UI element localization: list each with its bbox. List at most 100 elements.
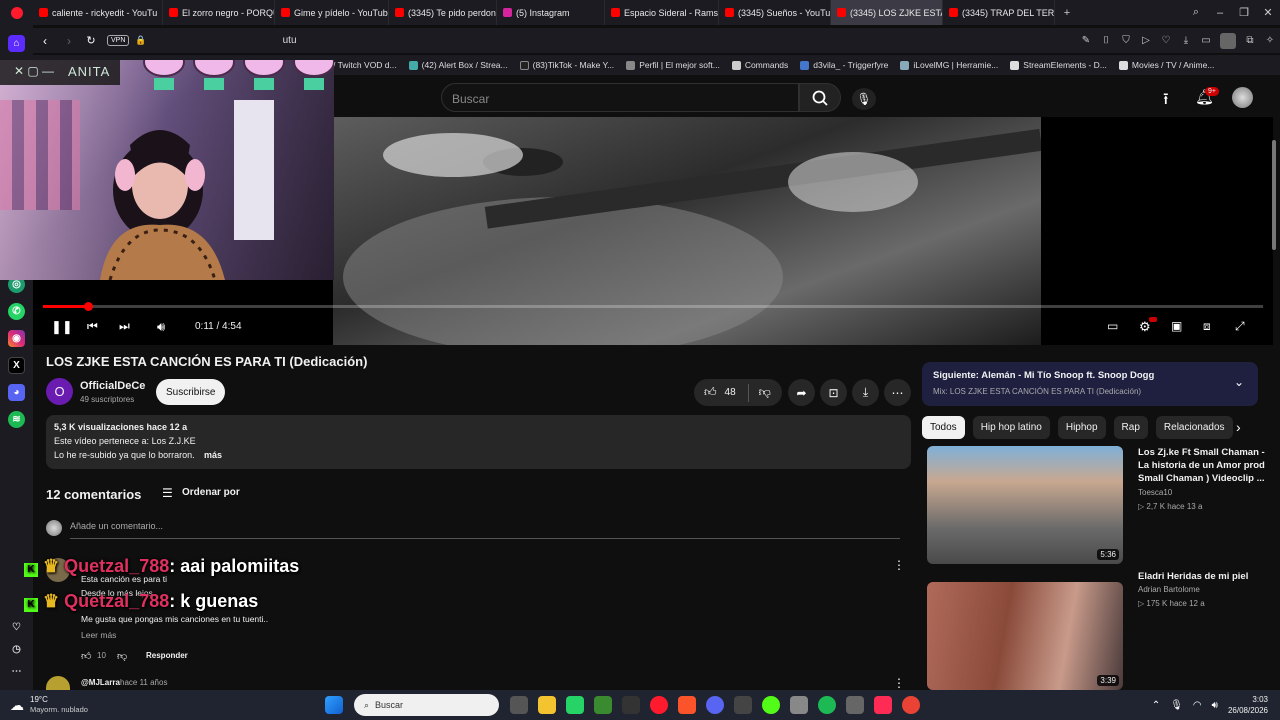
up-next-panel[interactable]: Siguiente: Alemán - Mi Tío Snoop ft. Sno… bbox=[922, 362, 1258, 406]
weather-widget[interactable]: 19°C Mayorm. nublado bbox=[30, 695, 88, 715]
read-more-link[interactable]: Leer más bbox=[81, 630, 116, 640]
back-icon[interactable]: ‹ bbox=[33, 34, 57, 48]
recommendation-0[interactable]: 5:36 Los Zj.ke Ft Small Chaman - La hist… bbox=[922, 446, 1272, 564]
file-explorer-icon[interactable] bbox=[537, 696, 556, 714]
close-icon[interactable]: ✕ bbox=[1256, 6, 1280, 19]
bookmark-6[interactable]: iLovelMG | Herramie... bbox=[900, 60, 998, 70]
windows-start-icon[interactable] bbox=[324, 696, 343, 714]
channel-name[interactable]: OfficialDeCe bbox=[80, 380, 145, 392]
show-more-link[interactable]: más bbox=[204, 450, 222, 460]
recommendation-1[interactable]: 3:39 Eladri Heridas de mi piel Adrian Ba… bbox=[922, 570, 1272, 690]
instagram-icon[interactable]: ◉ bbox=[8, 330, 25, 347]
next-icon[interactable]: ⏭︎ bbox=[119, 319, 130, 334]
tab-0[interactable]: caliente - rickyedit - YouTu bbox=[33, 0, 163, 25]
obs-icon[interactable] bbox=[733, 696, 752, 714]
wallet-icon[interactable]: ▭ bbox=[1196, 35, 1216, 46]
shield-icon[interactable]: ⛉ bbox=[1116, 35, 1136, 46]
bookmark-2[interactable]: (83)TikTok - Make Y... bbox=[519, 60, 614, 70]
channel-avatar[interactable]: O bbox=[46, 378, 73, 405]
progress-scrubber[interactable] bbox=[84, 302, 94, 311]
settings-icon[interactable] bbox=[789, 696, 808, 714]
spotify-icon[interactable]: ≋ bbox=[8, 411, 25, 428]
bookmark-4[interactable]: Commands bbox=[731, 60, 788, 70]
taskbar-search[interactable]: ⌕ Buscar bbox=[353, 694, 499, 716]
chip-hip-hop-latino[interactable]: Hip hop latino bbox=[972, 416, 1050, 439]
add-comment-input[interactable]: Añade un comentario... bbox=[70, 521, 163, 531]
recommendation-title[interactable]: Eladri Heridas de mi piel bbox=[1138, 570, 1268, 583]
chip-hiphop[interactable]: Hiphop bbox=[1057, 416, 1106, 439]
reply-button[interactable]: Responder bbox=[146, 651, 188, 660]
minecraft-icon[interactable] bbox=[593, 696, 612, 714]
save-icon[interactable]: ⊡ bbox=[820, 379, 847, 406]
x-icon[interactable]: X bbox=[8, 357, 25, 374]
chrome-icon[interactable] bbox=[901, 696, 920, 714]
tab-2[interactable]: Gime y pídelo - YouTube bbox=[275, 0, 389, 25]
clock[interactable]: 3:03 26/08/2026 bbox=[1228, 694, 1268, 716]
subscribe-button[interactable]: Suscribirse bbox=[156, 379, 226, 405]
pause-icon[interactable]: ❚❚ bbox=[51, 319, 73, 335]
extensions-icon[interactable]: ⧉ bbox=[1240, 35, 1260, 46]
sort-icon[interactable]: ☰ bbox=[162, 486, 173, 500]
search-tabs-icon[interactable]: ⌕ bbox=[1184, 6, 1208, 19]
kick-icon[interactable] bbox=[761, 696, 780, 714]
like-icon[interactable]: 👍︎ bbox=[704, 385, 717, 400]
tab-5[interactable]: Espacio Sideral - Ramses I bbox=[605, 0, 719, 25]
microphone-icon[interactable]: 🎙 bbox=[1170, 700, 1183, 711]
download-icon[interactable]: ⤓ bbox=[1176, 35, 1196, 46]
tab-1[interactable]: El zorro negro - PORQUE bbox=[163, 0, 275, 25]
discord-icon[interactable]: ◕ bbox=[8, 384, 25, 401]
epic-games-icon[interactable] bbox=[621, 696, 640, 714]
tab-3[interactable]: (3345) Te pido perdon pa bbox=[389, 0, 497, 25]
recommendation-channel[interactable]: Adrian Bartolome bbox=[1138, 585, 1200, 594]
recommendation-channel[interactable]: Toesca10 bbox=[1138, 488, 1172, 497]
maximize-icon[interactable]: ❐ bbox=[1232, 6, 1256, 19]
download-icon[interactable]: ⤓ bbox=[852, 379, 879, 406]
tiktok-icon[interactable] bbox=[873, 696, 892, 714]
miniplayer-icon[interactable]: ▣ bbox=[1171, 319, 1182, 333]
tray-chevron-icon[interactable]: ⌃ bbox=[1152, 700, 1160, 711]
minimize-icon[interactable]: – bbox=[1208, 7, 1232, 19]
aria-icon[interactable]: ✧ bbox=[1260, 35, 1280, 46]
progress-track[interactable] bbox=[43, 305, 1263, 308]
forward-icon[interactable]: › bbox=[57, 34, 81, 48]
bookmark-7[interactable]: StreamElements - D... bbox=[1010, 60, 1107, 70]
opera-icon[interactable] bbox=[649, 696, 668, 714]
vpn-badge[interactable]: VPN bbox=[107, 35, 130, 46]
search-button[interactable] bbox=[799, 83, 841, 112]
brave-icon[interactable] bbox=[677, 696, 696, 714]
tab-4[interactable]: (5) Instagram bbox=[497, 0, 605, 25]
description-box[interactable]: 5,3 K visualizaciones hace 12 a Este víd… bbox=[46, 415, 911, 469]
volume-icon[interactable]: 🔊︎ bbox=[157, 319, 165, 335]
upload-icon[interactable]: ⭱ bbox=[1163, 88, 1169, 115]
comment-like-icon[interactable]: 👍︎ bbox=[81, 650, 91, 662]
spotify-icon[interactable] bbox=[817, 696, 836, 714]
task-view-icon[interactable] bbox=[509, 696, 528, 714]
comment-dislike-icon[interactable]: 👎︎ bbox=[117, 650, 127, 662]
bookmark-0[interactable]: / Twitch VOD d... bbox=[333, 60, 397, 70]
url-text[interactable]: utu bbox=[283, 35, 297, 46]
avatar[interactable] bbox=[1232, 87, 1253, 108]
chip-relacionados[interactable]: Relacionados bbox=[1155, 416, 1233, 439]
more-actions-icon[interactable]: ⋯ bbox=[884, 379, 911, 406]
new-tab-button[interactable]: + bbox=[1055, 7, 1079, 19]
share-icon[interactable]: ➦ bbox=[788, 379, 815, 406]
fullscreen-icon[interactable]: ⤢ bbox=[1235, 319, 1245, 334]
app-icon[interactable] bbox=[845, 696, 864, 714]
wifi-icon[interactable]: ◠ bbox=[1193, 700, 1202, 711]
tab-6[interactable]: (3345) Sueños - YouTube bbox=[719, 0, 831, 25]
bookmark-3[interactable]: Perfil | El mejor soft... bbox=[626, 60, 720, 70]
camera-icon[interactable]: ⌷ bbox=[1096, 35, 1116, 46]
reload-icon[interactable]: ↻ bbox=[81, 34, 101, 47]
microphone-icon[interactable]: 🎙 bbox=[852, 88, 876, 110]
chevron-down-icon[interactable]: ⌄ bbox=[1234, 375, 1244, 389]
whatsapp-icon[interactable]: ✆ bbox=[8, 303, 25, 320]
video-thumbnail[interactable]: 5:36 bbox=[927, 446, 1123, 564]
comment-menu-icon[interactable]: ⋮ bbox=[893, 558, 905, 572]
video-thumbnail[interactable]: 3:39 bbox=[927, 582, 1123, 690]
whatsapp-icon[interactable] bbox=[565, 696, 584, 714]
search-input[interactable]: Buscar bbox=[441, 83, 799, 112]
chip-rap[interactable]: Rap bbox=[1113, 416, 1148, 439]
commenter-avatar-2[interactable] bbox=[46, 676, 70, 690]
bookmark-1[interactable]: (42) Alert Box / Strea... bbox=[408, 60, 508, 70]
tab-8[interactable]: (3345) TRAP DEL TERRAPL bbox=[943, 0, 1055, 25]
